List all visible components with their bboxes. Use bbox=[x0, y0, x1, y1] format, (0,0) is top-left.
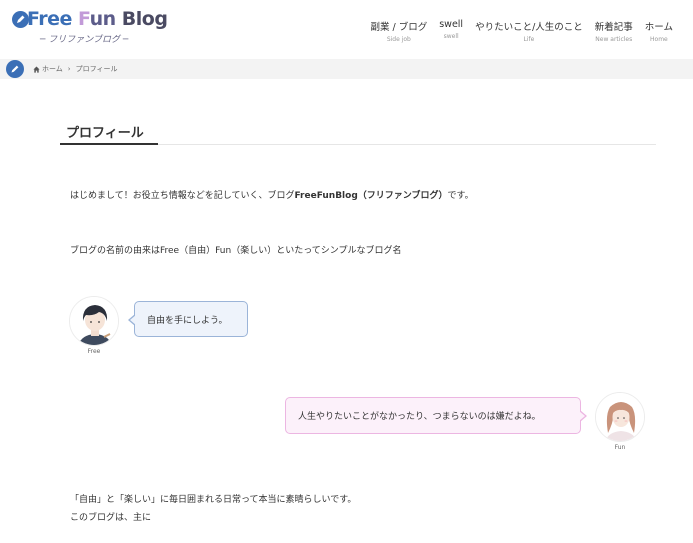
logo-title: Free Fun Blog bbox=[27, 8, 168, 30]
intro-paragraph: はじめまして！お役立ち情報などを記していく、ブログFreeFunBlog（フリフ… bbox=[70, 191, 474, 201]
closing-paragraph-2: このブログは、主に bbox=[70, 513, 152, 523]
avatar-fun bbox=[595, 392, 645, 442]
nav-label: 新着記事 bbox=[594, 22, 633, 33]
nav-sublabel: Home bbox=[650, 36, 668, 43]
title-underline-accent bbox=[60, 143, 158, 145]
pencil-icon bbox=[11, 65, 19, 73]
blog-name-bold: FreeFunBlog（フリファンブログ） bbox=[294, 191, 448, 201]
nav-item-side-job[interactable]: 副業 / ブログ Side job bbox=[364, 19, 433, 43]
breadcrumb: ホーム › プロフィール bbox=[33, 64, 117, 74]
site-header: Free Fun Blog ─ フリファンブログ ─ 副業 / ブログ Side… bbox=[0, 0, 693, 58]
name-origin-paragraph: ブログの名前の由来はFree（自由）Fun（楽しい）といたってシンプルなブログ名 bbox=[70, 246, 402, 256]
nav-item-life[interactable]: やりたいこと/人生のこと Life bbox=[469, 19, 589, 43]
nav-label: やりたいこと/人生のこと bbox=[475, 22, 583, 33]
nav-item-new-articles[interactable]: 新着記事 New articles bbox=[589, 19, 639, 43]
home-icon bbox=[33, 65, 40, 73]
page-title: プロフィール bbox=[66, 126, 144, 141]
nav-sublabel: New articles bbox=[595, 36, 633, 43]
speaker-name-fun: Fun bbox=[614, 444, 626, 451]
site-logo[interactable]: Free Fun Blog ─ フリファンブログ ─ bbox=[12, 8, 168, 48]
nav-label: 副業 / ブログ bbox=[370, 22, 428, 33]
edit-button[interactable] bbox=[6, 60, 24, 78]
global-nav: 副業 / ブログ Side job swell swell やりたいこと/人生の… bbox=[364, 19, 679, 43]
breadcrumb-home-link[interactable]: ホーム bbox=[33, 64, 63, 74]
nav-item-home[interactable]: ホーム Home bbox=[639, 19, 679, 43]
closing-paragraph: 「自由」と「楽しい」に毎日囲まれる日常って本当に素晴らしいです。 bbox=[70, 495, 357, 505]
nav-sublabel: Side job bbox=[386, 36, 411, 43]
nav-label: ホーム bbox=[644, 22, 673, 33]
speaker-name-free: Free bbox=[87, 348, 101, 355]
avatar-free bbox=[69, 296, 119, 346]
logo-subtitle: ─ フリファンブログ ─ bbox=[40, 35, 129, 45]
girl-avatar-illustration bbox=[596, 393, 644, 441]
logo-word-free: Free bbox=[27, 8, 72, 30]
logo-word-fun: Fun bbox=[78, 8, 116, 30]
chevron-right-icon: › bbox=[67, 65, 71, 73]
breadcrumb-current: プロフィール bbox=[75, 65, 118, 73]
balloon-text: 自由を手にしよう。 bbox=[147, 315, 228, 326]
nav-sublabel: swell bbox=[443, 33, 459, 40]
boy-avatar-illustration bbox=[70, 297, 118, 345]
speech-balloon-free: 自由を手にしよう。 bbox=[128, 301, 248, 337]
nav-item-swell[interactable]: swell swell bbox=[433, 19, 469, 43]
logo-word-blog: Blog bbox=[121, 8, 168, 30]
nav-sublabel: Life bbox=[523, 36, 535, 43]
balloon-text: 人生やりたいことがなかったり、つまらないのは嫌だよね。 bbox=[298, 412, 541, 422]
speech-balloon-fun: 人生やりたいことがなかったり、つまらないのは嫌だよね。 bbox=[285, 397, 587, 434]
breadcrumb-home-label: ホーム bbox=[42, 65, 63, 73]
nav-label: swell bbox=[439, 19, 464, 30]
